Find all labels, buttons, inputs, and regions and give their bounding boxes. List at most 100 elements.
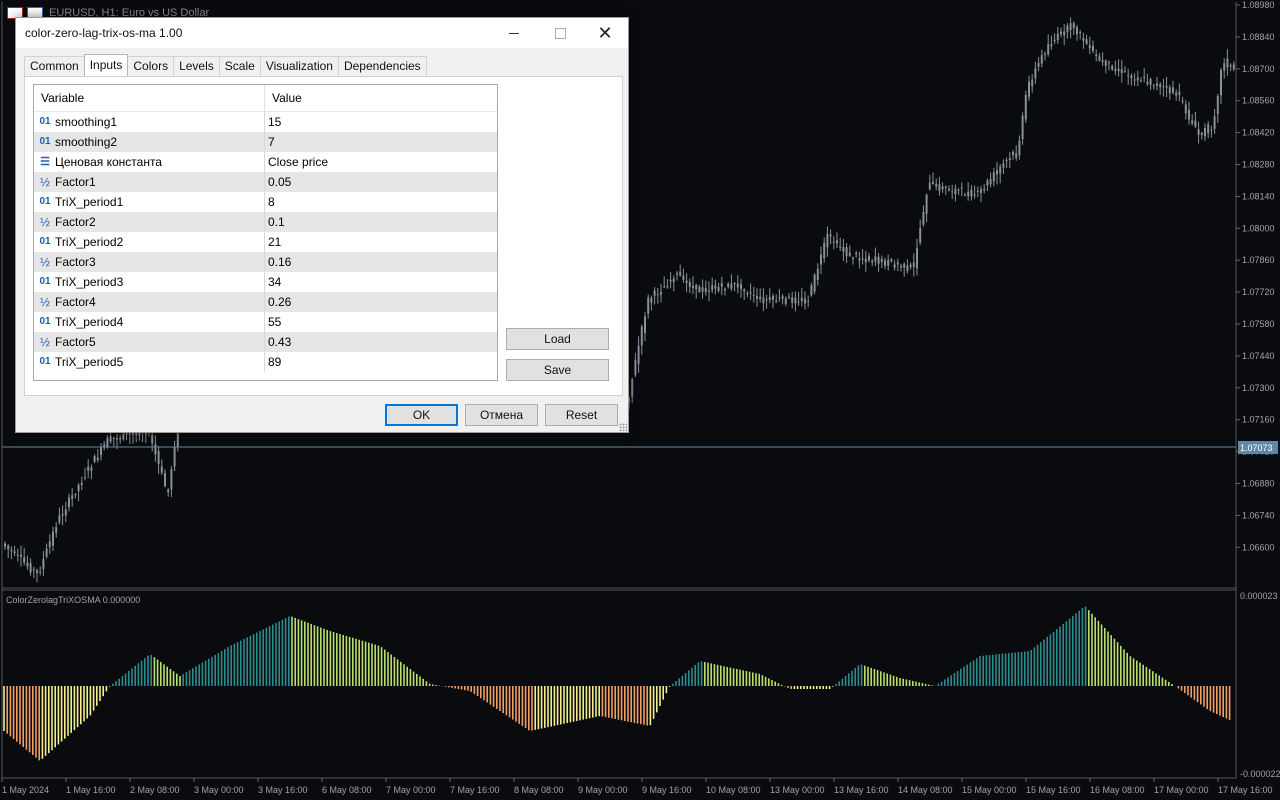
time-tick-label: 17 May 16:00 xyxy=(1218,785,1273,795)
candle-body xyxy=(4,543,6,547)
integer-type-icon: 01 xyxy=(39,276,51,287)
candle-body xyxy=(1092,45,1094,51)
time-tick-label: 2 May 08:00 xyxy=(130,785,180,795)
candle-body xyxy=(1200,132,1203,136)
candle-body xyxy=(919,227,922,243)
candle-body xyxy=(964,194,966,196)
candle-body xyxy=(644,316,646,333)
grid-row-factor3[interactable]: ½ Factor3 0.16 xyxy=(34,252,497,272)
grid-row-factor4[interactable]: ½ Factor4 0.26 xyxy=(34,292,497,312)
grid-row-trix-period5[interactable]: 01 TriX_period5 89 xyxy=(34,352,497,372)
variable-cell: 01 TriX_period1 xyxy=(34,192,265,212)
tab-scale[interactable]: Scale xyxy=(218,56,261,76)
variable-value[interactable]: 89 xyxy=(265,352,497,372)
variable-value[interactable]: 0.05 xyxy=(265,172,497,192)
variable-cell: 01 TriX_period3 xyxy=(34,272,265,292)
grid-row-trix-period2[interactable]: 01 TriX_period2 21 xyxy=(34,232,497,252)
candle-body xyxy=(1181,100,1184,102)
candle-body xyxy=(852,257,854,259)
variable-cell: ☰ Ценовая константа xyxy=(34,152,265,172)
candle-body xyxy=(845,247,848,257)
price-tick-label: 1.07160 xyxy=(1242,415,1275,425)
load-button[interactable]: Load xyxy=(506,328,609,350)
candle-body xyxy=(973,194,976,196)
variable-name: TriX_period1 xyxy=(55,195,124,209)
reset-button[interactable]: Reset xyxy=(545,404,618,426)
grid-row-factor1[interactable]: ½ Factor1 0.05 xyxy=(34,172,497,192)
variable-value[interactable]: 8 xyxy=(265,192,497,212)
variable-name: TriX_period4 xyxy=(55,315,124,329)
tab-dependencies[interactable]: Dependencies xyxy=(337,56,427,76)
column-header-value[interactable]: Value xyxy=(265,85,497,111)
candle-body xyxy=(736,283,739,288)
dialog-titlebar[interactable]: color-zero-lag-trix-os-ma 1.00 ✕ xyxy=(16,18,628,48)
close-button[interactable]: ✕ xyxy=(582,18,628,48)
cancel-button[interactable]: Отмена xyxy=(465,404,538,426)
candle-body xyxy=(957,189,960,191)
candle-body xyxy=(941,186,944,190)
candle-body xyxy=(1037,62,1040,67)
grid-row-smoothing2[interactable]: 01 smoothing2 7 xyxy=(34,132,497,152)
indicator-label: ColorZerolagTriXOSMA 0.000000 xyxy=(6,595,140,605)
candle-body xyxy=(1050,44,1053,47)
variable-value[interactable]: 55 xyxy=(265,312,497,332)
tab-inputs[interactable]: Inputs xyxy=(83,54,129,76)
variable-value[interactable]: 0.43 xyxy=(265,332,497,352)
candle-body xyxy=(103,444,106,447)
inputs-grid[interactable]: Variable Value 01 smoothing1 15 01 smoothing… xyxy=(33,84,498,381)
candle-body xyxy=(797,301,800,303)
ok-button[interactable]: OK xyxy=(385,404,458,426)
candle-body xyxy=(989,179,992,185)
candle-body xyxy=(807,300,810,302)
resize-grip-icon[interactable] xyxy=(619,423,627,431)
double-type-icon: ½ xyxy=(39,255,50,269)
time-tick-label: 7 May 16:00 xyxy=(450,785,500,795)
candle-body xyxy=(839,246,842,248)
candle-body xyxy=(711,285,714,291)
variable-name: Ценовая константа xyxy=(55,155,162,169)
tab-common[interactable]: Common xyxy=(24,56,85,76)
grid-row-trix-period3[interactable]: 01 TriX_period3 34 xyxy=(34,272,497,292)
variable-value[interactable]: 21 xyxy=(265,232,497,252)
grid-row-trix-period1[interactable]: 01 TriX_period1 8 xyxy=(34,192,497,212)
column-header-variable[interactable]: Variable xyxy=(34,85,265,111)
tab-colors[interactable]: Colors xyxy=(127,56,175,76)
variable-value[interactable]: Close price xyxy=(265,152,497,172)
indicator-tick-bottom: -0.000022 xyxy=(1240,769,1280,779)
candle-body xyxy=(119,438,122,440)
candle-body xyxy=(55,527,58,533)
tab-levels[interactable]: Levels xyxy=(173,56,220,76)
variable-cell: ½ Factor3 xyxy=(34,252,265,272)
variable-value[interactable]: 0.26 xyxy=(265,292,497,312)
price-tick-label: 1.08840 xyxy=(1242,32,1275,42)
integer-type-icon: 01 xyxy=(39,196,51,207)
grid-row-factor5[interactable]: ½ Factor5 0.43 xyxy=(34,332,497,352)
grid-row-factor2[interactable]: ½ Factor2 0.1 xyxy=(34,212,497,232)
candle-body xyxy=(775,300,778,302)
candle-body xyxy=(1120,69,1123,74)
maximize-button[interactable] xyxy=(537,18,583,48)
candle-body xyxy=(848,252,851,256)
candle-body xyxy=(704,288,707,293)
candle-body xyxy=(1101,60,1104,62)
candle-body xyxy=(1232,64,1235,70)
variable-value[interactable]: 34 xyxy=(265,272,497,292)
candle-body xyxy=(10,549,13,552)
candle-body xyxy=(58,515,61,523)
variable-name: smoothing2 xyxy=(55,135,118,149)
candle-body xyxy=(1197,129,1200,135)
candle-body xyxy=(983,188,986,191)
variable-value[interactable]: 0.1 xyxy=(265,212,497,232)
candle-body xyxy=(1229,65,1232,67)
minimize-button[interactable] xyxy=(491,18,537,48)
save-button[interactable]: Save xyxy=(506,359,609,381)
time-tick-label: 10 May 08:00 xyxy=(706,785,761,795)
variable-value[interactable]: 7 xyxy=(265,132,497,152)
variable-value[interactable]: 15 xyxy=(265,112,497,132)
grid-row-smoothing1[interactable]: 01 smoothing1 15 xyxy=(34,112,497,132)
grid-row-price-constant[interactable]: ☰ Ценовая константа Close price xyxy=(34,152,497,172)
variable-value[interactable]: 0.16 xyxy=(265,252,497,272)
tab-visualization[interactable]: Visualization xyxy=(259,56,339,76)
grid-row-trix-period4[interactable]: 01 TriX_period4 55 xyxy=(34,312,497,332)
candle-body xyxy=(1066,25,1069,33)
